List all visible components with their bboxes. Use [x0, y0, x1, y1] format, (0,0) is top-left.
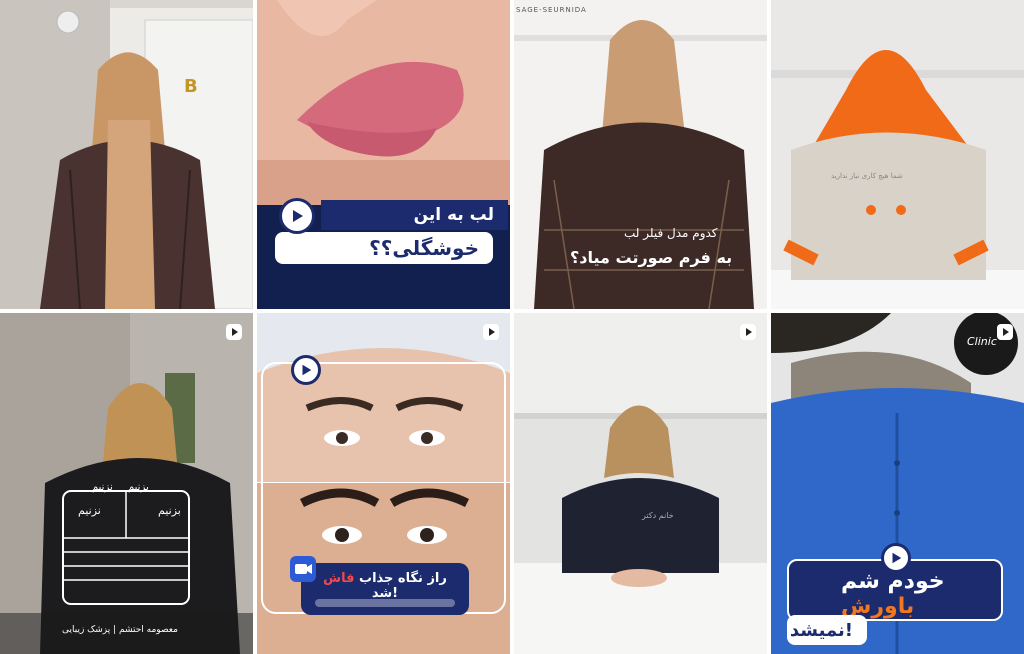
shirt-name-tag: خانم دکتر [642, 511, 674, 520]
play-icon[interactable] [291, 355, 321, 385]
play-icon[interactable] [881, 543, 911, 573]
play-icon[interactable] [279, 198, 315, 234]
reel-thumbnail-5[interactable]: بزنیم نزنیم بزنیم نزنیم معصومه احتشم | پ… [0, 313, 253, 654]
footer-caption: معصومه احتشم | پزشک زیبایی [62, 625, 178, 635]
caption-line-2: نمیشد! [787, 615, 867, 645]
presenter-photo [771, 0, 1024, 309]
reel-icon [226, 324, 242, 340]
caption-line-1: کدوم مدل فیلر لب [624, 226, 718, 240]
presenter-photo [514, 313, 767, 654]
reel-thumbnail-2[interactable]: لب به این خوشگلی؟؟ [257, 0, 510, 309]
reel-thumbnail-4[interactable]: شما هیچ کاری نیاز ندارید [771, 0, 1024, 309]
brand-logo: SAGE-SEURNIDA [516, 6, 587, 14]
reel-thumbnail-8[interactable]: Clinic خودم شم باورش نمیشد! [771, 313, 1024, 654]
label-do-2: بزنیم [128, 482, 149, 493]
presenter-photo [0, 0, 253, 309]
caption-text: راز نگاه جذاب فاش شد! [309, 571, 461, 601]
reel-icon [740, 324, 756, 340]
caption-line-2: به فرم صورتت میاد؟ [570, 248, 733, 267]
label-dont-2: نزنیم [92, 482, 113, 493]
reels-grid: B لب به این خوشگلی؟؟ SAGE-SEURNIDA کدوم … [0, 0, 1024, 654]
caption-underline [315, 599, 455, 607]
reel-icon [483, 324, 499, 340]
label-dont: نزنیم [78, 504, 101, 517]
label-do: بزنیم [158, 504, 181, 517]
reel-icon [997, 324, 1013, 340]
caption-line-1: خودم شم باورش [841, 569, 1024, 619]
clinic-logo: Clinic [967, 335, 997, 348]
video-camera-icon [290, 556, 316, 582]
reel-thumbnail-1[interactable]: B [0, 0, 253, 309]
room-letter-badge: B [184, 76, 198, 97]
caption-part-1: راز نگاه جذاب [359, 571, 447, 586]
reel-thumbnail-7[interactable]: خانم دکتر [514, 313, 767, 654]
shirt-caption: شما هیچ کاری نیاز ندارید [831, 172, 903, 180]
reel-thumbnail-3[interactable]: SAGE-SEURNIDA کدوم مدل فیلر لب به فرم صو… [514, 0, 767, 309]
caption-banner-bottom: خوشگلی؟؟ [275, 232, 493, 264]
caption-highlight: فاش [323, 571, 355, 586]
caption-banner-top: لب به این [321, 200, 508, 230]
reel-thumbnail-6[interactable]: راز نگاه جذاب فاش شد! [257, 313, 510, 654]
